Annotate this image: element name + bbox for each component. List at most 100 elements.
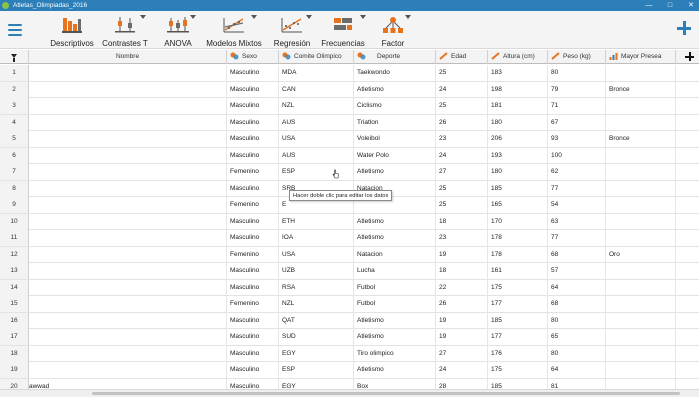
- cell-altura[interactable]: 170: [488, 213, 548, 230]
- regresion-button[interactable]: Regresión: [272, 14, 312, 48]
- cell-peso[interactable]: 68: [548, 246, 606, 263]
- cell-peso[interactable]: 77: [548, 180, 606, 197]
- cell-nombre[interactable]: [29, 329, 227, 345]
- cell-mayor-presea[interactable]: [606, 230, 676, 246]
- cell-nombre[interactable]: [29, 147, 227, 164]
- close-button[interactable]: ✕: [687, 0, 695, 11]
- cell-nombre[interactable]: [29, 81, 227, 98]
- cell-edad[interactable]: 28: [436, 378, 488, 389]
- cell-deporte[interactable]: Tiro olimpico: [354, 345, 436, 362]
- column-header-nombre[interactable]: Nombre: [29, 50, 227, 64]
- cell-deporte[interactable]: Box: [354, 378, 436, 389]
- cell-nombre[interactable]: [29, 114, 227, 131]
- cell-mayor-presea[interactable]: [606, 98, 676, 114]
- cell-peso[interactable]: 77: [548, 230, 606, 246]
- table-row[interactable]: 13 Masculino UZB Lucha 18 161 57: [0, 263, 699, 280]
- table-row[interactable]: 3 Masculino NZL Ciclismo 25 181 71: [0, 98, 699, 115]
- cell-deporte[interactable]: Atletismo: [354, 362, 436, 378]
- cell-sexo[interactable]: Masculino: [227, 263, 279, 279]
- cell-altura[interactable]: 178: [488, 246, 548, 263]
- table-row[interactable]: 2 Masculino CAN Atletismo 24 198 79 Bronce: [0, 81, 699, 98]
- cell-deporte[interactable]: Atletismo: [354, 230, 436, 246]
- cell-altura[interactable]: 193: [488, 147, 548, 164]
- cell-edad[interactable]: 25: [436, 65, 488, 81]
- cell-sexo[interactable]: Masculino: [227, 362, 279, 378]
- factor-button[interactable]: Factor: [375, 14, 411, 48]
- table-row[interactable]: 12 Femenino USA Natacion 19 178 68 Oro: [0, 246, 699, 263]
- cell-mayor-presea[interactable]: Bronce: [606, 81, 676, 98]
- table-row[interactable]: 11 Masculino IOA Atletismo 23 178 77: [0, 230, 699, 247]
- cell-nombre[interactable]: [29, 164, 227, 180]
- cell-mayor-presea[interactable]: [606, 362, 676, 378]
- cell-sexo[interactable]: Femenino: [227, 246, 279, 263]
- cell-edad[interactable]: 26: [436, 296, 488, 312]
- cell-peso[interactable]: 81: [548, 378, 606, 389]
- cell-altura[interactable]: 161: [488, 263, 548, 279]
- table-row[interactable]: 10 Masculino ETH Atletismo 18 170 63: [0, 213, 699, 230]
- cell-altura[interactable]: 177: [488, 329, 548, 345]
- cell-altura[interactable]: 181: [488, 98, 548, 114]
- cell-edad[interactable]: 24: [436, 147, 488, 164]
- cell-altura[interactable]: 185: [488, 378, 548, 389]
- cell-peso[interactable]: 100: [548, 147, 606, 164]
- cell-deporte[interactable]: Natacion: [354, 246, 436, 263]
- cell-altura[interactable]: 185: [488, 180, 548, 197]
- cell-deporte[interactable]: Atletismo: [354, 312, 436, 329]
- cell-nombre[interactable]: [29, 65, 227, 81]
- descriptivos-button[interactable]: Descriptivos: [48, 14, 96, 48]
- contrastes-t-button[interactable]: Contrastes T: [100, 14, 150, 48]
- table-row[interactable]: 16 Masculino QAT Atletismo 19 185 80: [0, 312, 699, 329]
- cell-mayor-presea[interactable]: [606, 378, 676, 389]
- cell-peso[interactable]: 80: [548, 65, 606, 81]
- minimize-button[interactable]: —: [645, 0, 653, 11]
- cell-sexo[interactable]: Masculino: [227, 213, 279, 230]
- cell-comite[interactable]: CAN: [279, 81, 354, 98]
- column-header-comite[interactable]: Comite Olimpico: [279, 50, 354, 64]
- cell-nombre[interactable]: awwad: [29, 378, 227, 389]
- cell-altura[interactable]: 180: [488, 114, 548, 131]
- cell-edad[interactable]: 19: [436, 312, 488, 329]
- cell-nombre[interactable]: [29, 246, 227, 263]
- cell-altura[interactable]: 175: [488, 279, 548, 296]
- cell-nombre[interactable]: [29, 312, 227, 329]
- cell-sexo[interactable]: Masculino: [227, 147, 279, 164]
- cell-altura[interactable]: 206: [488, 131, 548, 147]
- add-column-icon[interactable]: [685, 52, 694, 61]
- column-header-peso[interactable]: Peso (kg): [548, 50, 606, 64]
- cell-nombre[interactable]: [29, 131, 227, 147]
- cell-edad[interactable]: 24: [436, 362, 488, 378]
- cell-nombre[interactable]: [29, 180, 227, 197]
- cell-edad[interactable]: 26: [436, 114, 488, 131]
- cell-comite[interactable]: NZL: [279, 98, 354, 114]
- filter-header[interactable]: [0, 50, 29, 64]
- cell-mayor-presea[interactable]: [606, 164, 676, 180]
- cell-edad[interactable]: 22: [436, 279, 488, 296]
- cell-sexo[interactable]: Masculino: [227, 65, 279, 81]
- cell-sexo[interactable]: Femenino: [227, 296, 279, 312]
- cell-sexo[interactable]: Masculino: [227, 114, 279, 131]
- cell-sexo[interactable]: Masculino: [227, 98, 279, 114]
- cell-mayor-presea[interactable]: [606, 329, 676, 345]
- column-header-sexo[interactable]: Sexo: [227, 50, 279, 64]
- cell-altura[interactable]: 178: [488, 230, 548, 246]
- cell-mayor-presea[interactable]: Oro: [606, 246, 676, 263]
- table-row[interactable]: 14 Masculino RSA Futbol 22 175 64: [0, 279, 699, 296]
- cell-mayor-presea[interactable]: Bronce: [606, 131, 676, 147]
- modelos-mixtos-button[interactable]: Modelos Mixtos: [205, 14, 263, 48]
- cell-comite[interactable]: NZL: [279, 296, 354, 312]
- cell-nombre[interactable]: [29, 263, 227, 279]
- cell-mayor-presea[interactable]: [606, 263, 676, 279]
- cell-deporte[interactable]: Triatlon: [354, 114, 436, 131]
- cell-comite[interactable]: ESP: [279, 362, 354, 378]
- cell-mayor-presea[interactable]: [606, 180, 676, 197]
- cell-sexo[interactable]: Masculino: [227, 378, 279, 389]
- cell-comite[interactable]: QAT: [279, 312, 354, 329]
- cell-peso[interactable]: 71: [548, 98, 606, 114]
- horizontal-scrollbar[interactable]: [0, 389, 699, 397]
- cell-deporte[interactable]: Atletismo: [354, 81, 436, 98]
- table-row[interactable]: 7 Femenino ESP Atletismo 27 180 62: [0, 164, 699, 181]
- cell-mayor-presea[interactable]: [606, 345, 676, 362]
- frecuencias-button[interactable]: Frecuencias: [320, 14, 366, 48]
- cell-edad[interactable]: 25: [436, 180, 488, 197]
- table-row[interactable]: 19 Masculino ESP Atletismo 24 175 64: [0, 362, 699, 379]
